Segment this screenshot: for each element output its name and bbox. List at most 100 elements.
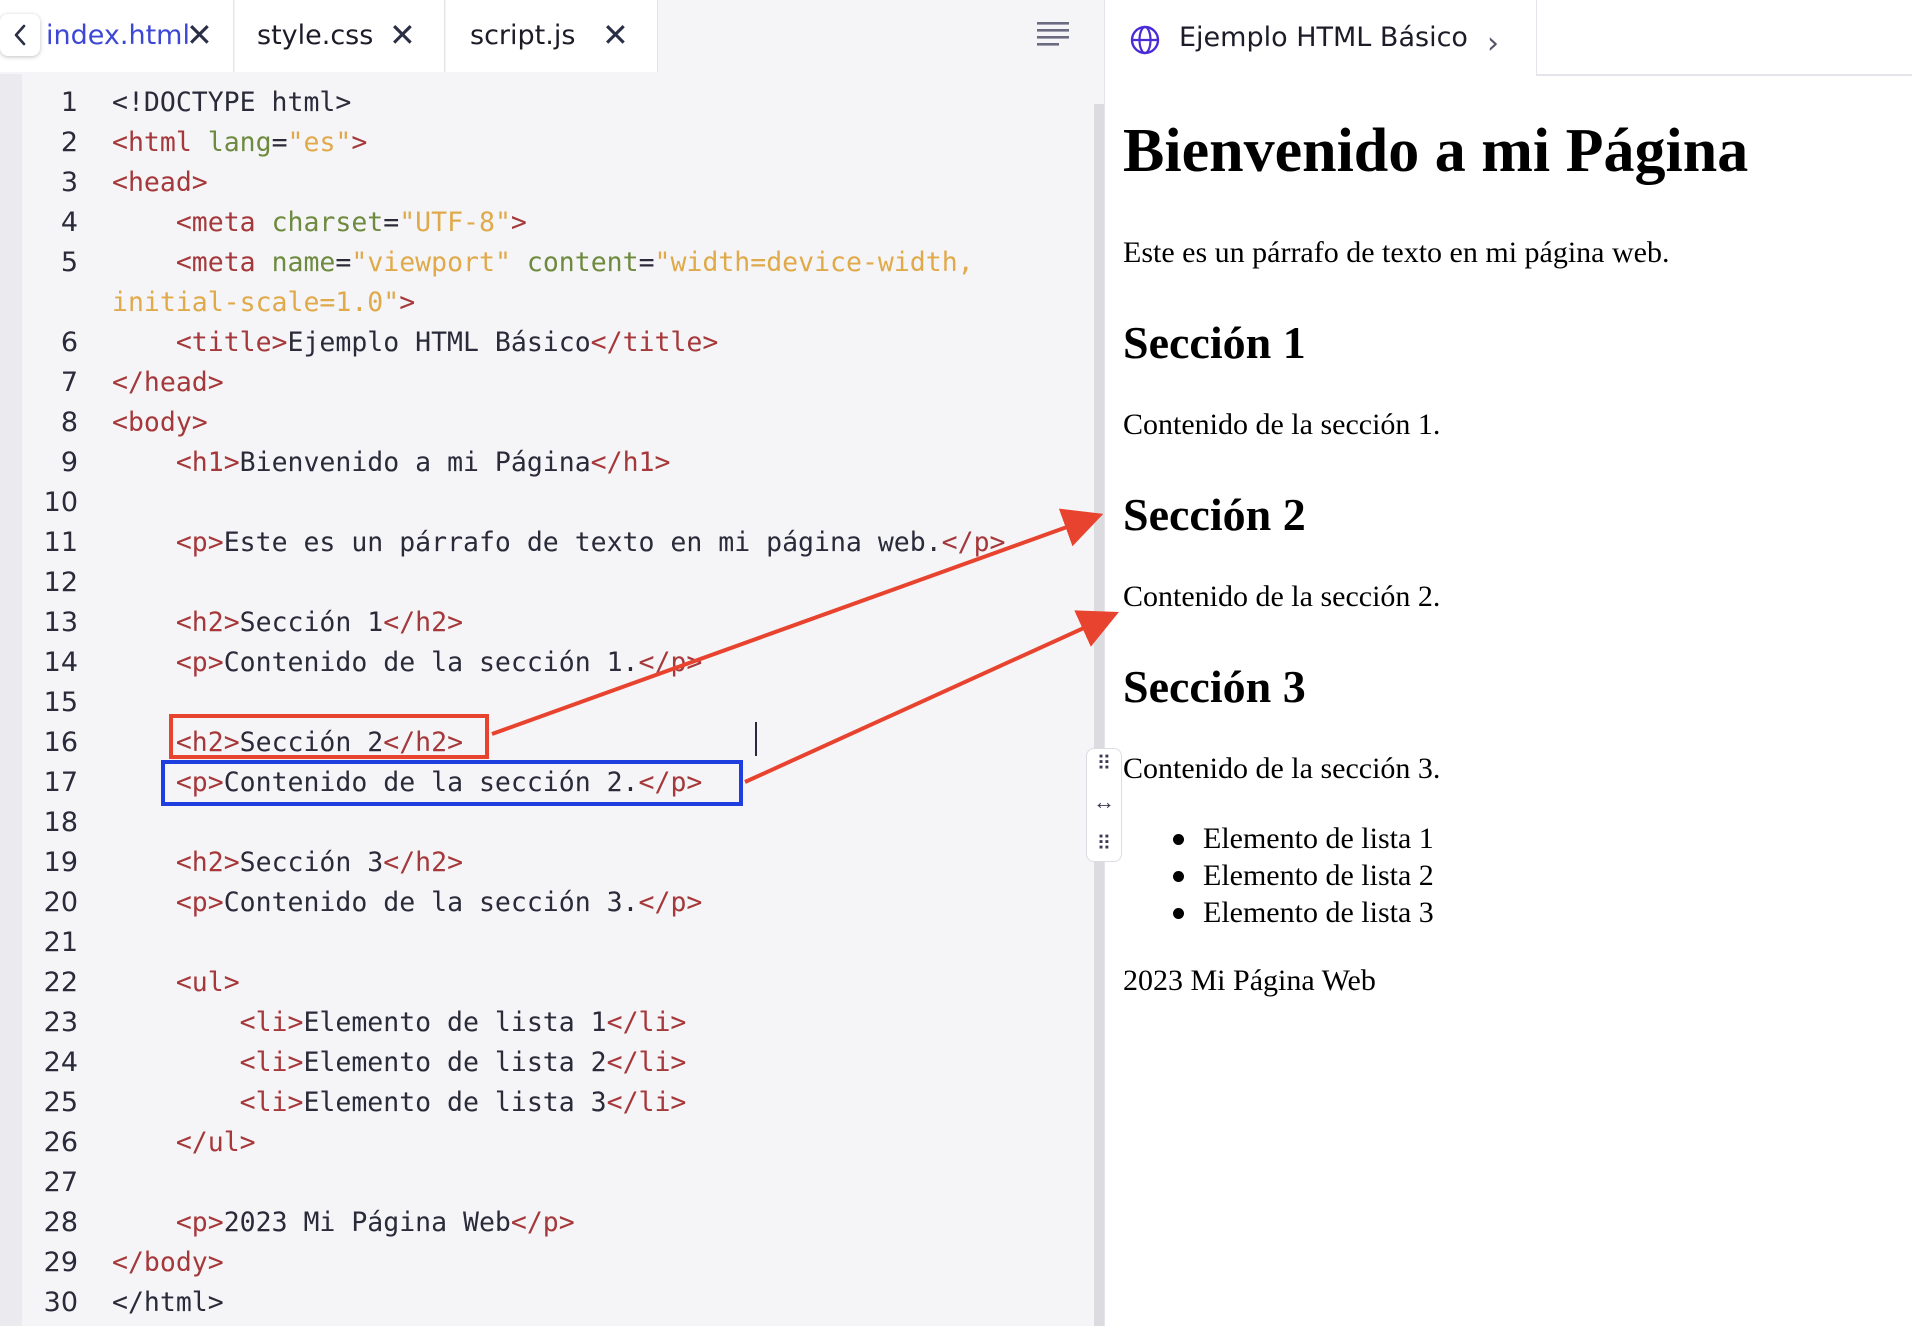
preview-tab-title: Ejemplo HTML Básico	[1179, 22, 1468, 53]
code-text: Elemento de lista 3	[303, 1087, 607, 1118]
code-line: <html lang="es">	[112, 123, 367, 163]
close-icon[interactable]: ✕	[389, 15, 416, 55]
tab-style-css[interactable]: style.css ✕	[235, 0, 445, 72]
code-text: <!DOCTYPE html>	[112, 87, 352, 118]
code-line: <li>Elemento de lista 2</li>	[112, 1043, 687, 1083]
preview-tab[interactable]: Ejemplo HTML Básico ›	[1105, 0, 1537, 76]
code-tag: </li>	[606, 1007, 687, 1038]
code-tag: </p>	[510, 1207, 575, 1238]
code-text: Sección 1	[239, 607, 384, 638]
line-number: 27	[43, 1167, 78, 1198]
code-text: Sección 3	[239, 847, 384, 878]
line-number: 8	[60, 407, 78, 438]
chevron-right-icon[interactable]: ›	[1487, 26, 1499, 61]
code-line: <li>Elemento de lista 3</li>	[112, 1083, 687, 1123]
list-item-text: Elemento de lista 1	[1203, 822, 1434, 855]
code-tag: <p>	[175, 1207, 224, 1238]
code-tag: >	[510, 207, 527, 238]
code-line: <title>Ejemplo HTML Básico</title>	[112, 323, 718, 363]
line-number: 15	[43, 687, 78, 718]
code-tag: </body>	[112, 1247, 224, 1278]
chevron-left-icon[interactable]	[0, 14, 40, 56]
line-number: 16	[43, 727, 78, 758]
code-tag: <title>	[175, 327, 288, 358]
code-tag: <body>	[112, 407, 208, 438]
footer-paragraph: 2023 Mi Página Web	[1123, 964, 1376, 997]
page-heading: Bienvenido a mi Página	[1123, 117, 1749, 185]
section-paragraph: Contenido de la sección 2.	[1123, 580, 1441, 613]
code-line: <!DOCTYPE html>	[112, 83, 351, 123]
text-cursor	[755, 722, 757, 756]
code-line: <li>Elemento de lista 1</li>	[112, 1003, 687, 1043]
line-number: 28	[43, 1207, 78, 1238]
code-line: <h2>Sección 1</h2>	[112, 603, 463, 643]
code-line: <p>Contenido de la sección 2.</p>	[112, 763, 703, 803]
code-tag: </head>	[112, 367, 224, 398]
code-text: </html>	[112, 1287, 224, 1318]
code-line: <ul>	[112, 963, 240, 1003]
code-tag: <p>	[175, 527, 224, 558]
line-number: 21	[43, 927, 78, 958]
bullet	[1173, 908, 1184, 919]
editor-tab-bar: index.html ✕ style.css ✕ script.js ✕	[0, 0, 1104, 74]
code-text: Elemento de lista 1	[303, 1007, 607, 1038]
bullet	[1173, 871, 1184, 882]
code-tag: </p>	[638, 767, 703, 798]
section-heading: Sección 2	[1123, 489, 1306, 540]
code-string: initial-scale=1.0"	[112, 287, 400, 318]
code-tag: <head>	[112, 167, 208, 198]
code-line: <head>	[112, 163, 208, 203]
line-number: 20	[43, 887, 78, 918]
code-line: <meta name="viewport" content="width=dev…	[112, 243, 974, 283]
code-tag: </h2>	[383, 727, 464, 758]
code-tag: <p>	[175, 647, 224, 678]
drag-dots-icon: ⠿	[1096, 833, 1112, 855]
tab-script-js[interactable]: script.js ✕	[446, 0, 658, 72]
code-text: 2023 Mi Página Web	[223, 1207, 511, 1238]
close-icon[interactable]: ✕	[602, 15, 629, 55]
align-lines-icon[interactable]	[1036, 20, 1070, 48]
section-heading: Sección 3	[1123, 661, 1306, 712]
section-heading: Sección 1	[1123, 317, 1306, 368]
resize-arrows-icon: ↔	[1093, 789, 1115, 814]
line-number: 12	[43, 567, 78, 598]
code-line: <meta charset="UTF-8">	[112, 203, 527, 243]
line-number: 25	[43, 1087, 78, 1118]
line-number: 26	[43, 1127, 78, 1158]
line-number: 17	[43, 767, 78, 798]
intro-paragraph: Este es un párrafo de texto en mi página…	[1123, 236, 1670, 269]
code-line: <h2>Sección 2</h2>	[112, 723, 463, 763]
line-number: 4	[60, 207, 78, 238]
code-tag: </p>	[941, 527, 1006, 558]
pane-resize-handle[interactable]: ⠿ ↔ ⠿	[1086, 748, 1122, 862]
list-item: Elemento de lista 2	[1173, 859, 1434, 893]
tab-label: style.css	[257, 20, 374, 51]
code-line: <p>Este es un párrafo de texto en mi pág…	[112, 523, 1006, 563]
code-tag: <li>	[239, 1087, 304, 1118]
line-number: 30	[43, 1287, 78, 1318]
code-attr: name	[271, 247, 336, 278]
code-tag: <h2>	[175, 727, 240, 758]
drag-dots-icon: ⠿	[1096, 753, 1112, 775]
code-area[interactable]: 1 2 3 4 5 6 7 8 9 10 11 12 13 14 15 16 1…	[22, 74, 1094, 1326]
code-text: =	[271, 127, 288, 158]
code-line: </body>	[112, 1243, 224, 1283]
code-tag: <p>	[175, 887, 224, 918]
close-icon[interactable]: ✕	[186, 15, 213, 55]
line-number: 6	[60, 327, 78, 358]
line-number: 7	[60, 367, 78, 398]
line-number: 24	[43, 1047, 78, 1078]
code-tag: <h2>	[175, 607, 240, 638]
code-line: <p>2023 Mi Página Web</p>	[112, 1203, 575, 1243]
editor-scrollbar[interactable]	[1094, 104, 1104, 1326]
code-tag: </li>	[606, 1047, 687, 1078]
code-attr: content	[526, 247, 639, 278]
list-item: Elemento de lista 3	[1173, 896, 1434, 930]
code-text: =	[383, 207, 400, 238]
code-editor-pane: index.html ✕ style.css ✕ script.js ✕ 1 2…	[0, 0, 1104, 1326]
line-number: 14	[43, 647, 78, 678]
code-line: <h2>Sección 3</h2>	[112, 843, 463, 883]
line-number: 29	[43, 1247, 78, 1278]
bullet	[1173, 834, 1184, 845]
